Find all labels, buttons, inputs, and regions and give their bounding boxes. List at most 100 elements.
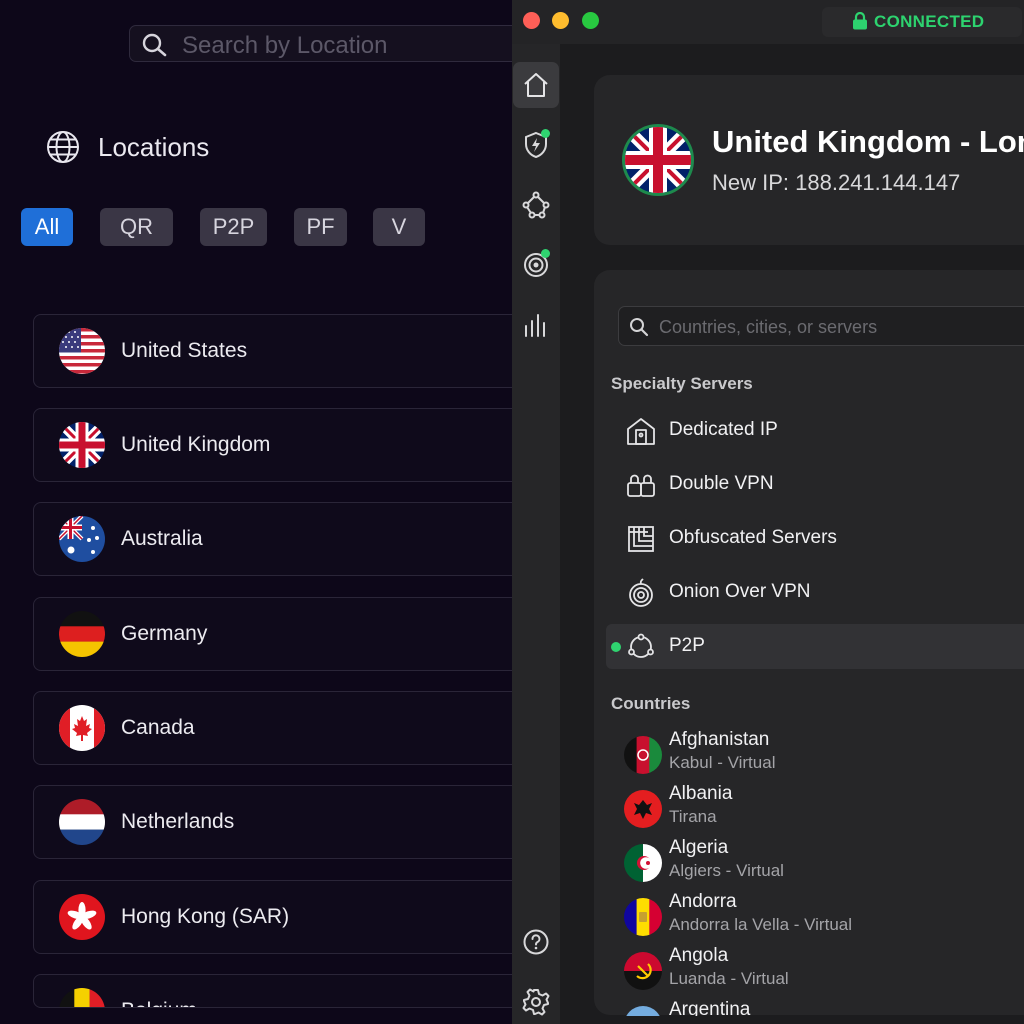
country-name: Argentina <box>669 999 751 1016</box>
active-status-dot <box>611 642 621 652</box>
hong-kong-flag-icon <box>59 894 105 940</box>
country-row-afghanistan[interactable]: Afghanistan Kabul - Virtual <box>624 728 1024 778</box>
filter-chip-pf[interactable]: PF <box>294 208 347 246</box>
location-row-hong-kong[interactable]: Hong Kong (SAR) <box>33 880 512 954</box>
andorra-flag-icon <box>624 898 662 936</box>
sidebar-item-home[interactable] <box>512 61 560 109</box>
specialty-label: P2P <box>669 635 705 656</box>
location-row-belgium[interactable]: Belgium <box>33 974 512 1008</box>
server-search-placeholder: Countries, cities, or servers <box>659 317 878 337</box>
country-name: Angola <box>669 945 729 966</box>
country-row-algeria[interactable]: Algeria Algiers - Virtual <box>624 836 1024 886</box>
angola-flag-icon <box>624 952 662 990</box>
algeria-flag-icon <box>624 844 662 882</box>
country-row-andorra[interactable]: Andorra Andorra la Vella - Virtual <box>624 890 1024 940</box>
p2p-icon <box>628 633 654 658</box>
meshnet-icon <box>522 191 550 219</box>
sidebar-item-stats[interactable] <box>512 301 560 349</box>
server-search-input[interactable]: Countries, cities, or servers <box>618 306 1024 346</box>
stats-icon <box>525 314 545 337</box>
filter-chip-all[interactable]: All <box>21 208 73 246</box>
germany-flag-icon <box>59 611 105 657</box>
status-dot <box>541 129 550 138</box>
canada-flag-icon <box>59 705 105 751</box>
sidebar-item-dark-web-monitor[interactable] <box>512 241 560 289</box>
location-row-netherlands[interactable]: Netherlands <box>33 785 512 859</box>
connection-status-text: CONNECTED <box>874 12 985 31</box>
search-icon <box>142 33 167 57</box>
sidebar-item-help[interactable] <box>512 918 560 966</box>
home-icon <box>524 73 548 97</box>
country-name: Algeria <box>669 837 729 858</box>
location-search-input[interactable]: Search by Location <box>129 25 512 62</box>
specialty-label: Obfuscated Servers <box>669 527 837 548</box>
country-city: Algiers - Virtual <box>669 861 784 880</box>
globe-icon <box>47 131 79 163</box>
specialty-item-obfuscated-servers[interactable]: Obfuscated Servers <box>606 516 1024 561</box>
sidebar-item-meshnet[interactable] <box>512 181 560 229</box>
vpn-app-window: CONNECTED United Kingdom - Lo New IP: 18… <box>512 0 1024 1024</box>
locations-panel: Search by Location Locations All QR P2P … <box>0 0 512 1024</box>
uk-flag-icon <box>59 422 105 468</box>
specialty-servers-heading: Specialty Servers <box>611 374 753 393</box>
country-name: Albania <box>669 783 733 804</box>
close-window-button[interactable] <box>523 12 540 29</box>
title-bar: CONNECTED <box>512 0 1024 44</box>
country-city: Kabul - Virtual <box>669 753 776 772</box>
location-search-placeholder: Search by Location <box>182 32 388 59</box>
location-row-united-states[interactable]: United States <box>33 314 512 388</box>
location-name: Netherlands <box>121 810 235 833</box>
location-name: Hong Kong (SAR) <box>121 905 290 928</box>
help-icon <box>523 929 549 955</box>
location-name: Canada <box>121 716 195 739</box>
location-name: Australia <box>121 527 203 550</box>
specialty-label: Dedicated IP <box>669 419 778 440</box>
double-vpn-icon <box>627 474 655 497</box>
location-name: United States <box>121 339 248 362</box>
country-name: Andorra <box>669 891 737 912</box>
country-row-angola[interactable]: Angola Luanda - Virtual <box>624 944 1024 994</box>
obfuscated-servers-icon <box>628 526 654 552</box>
countries-heading: Countries <box>611 694 691 713</box>
specialty-item-onion-over-vpn[interactable]: Onion Over VPN <box>606 570 1024 615</box>
dedicated-ip-icon <box>627 418 655 445</box>
minimize-window-button[interactable] <box>552 12 569 29</box>
location-name: United Kingdom <box>121 433 271 456</box>
sidebar-item-threat-protection[interactable] <box>512 121 560 169</box>
specialty-label: Double VPN <box>669 473 774 494</box>
country-city: Luanda - Virtual <box>669 969 789 988</box>
us-flag-icon <box>59 328 105 374</box>
sidebar <box>512 44 560 1024</box>
filter-chip-v[interactable]: V <box>373 208 425 246</box>
connected-country-flag-icon <box>622 124 694 196</box>
netherlands-flag-icon <box>59 799 105 845</box>
filter-chip-qr[interactable]: QR <box>100 208 173 246</box>
status-dot <box>541 249 550 258</box>
country-name: Afghanistan <box>669 729 770 750</box>
new-ip-address: New IP: 188.241.144.147 <box>712 170 961 195</box>
page-title: Locations <box>98 132 210 162</box>
settings-icon <box>522 988 550 1016</box>
specialty-label: Onion Over VPN <box>669 581 811 602</box>
afghanistan-flag-icon <box>624 736 662 774</box>
country-row-albania[interactable]: Albania Tirana <box>624 782 1024 832</box>
zoom-window-button[interactable] <box>582 12 599 29</box>
argentina-flag-icon <box>624 1006 662 1016</box>
country-city: Andorra la Vella - Virtual <box>669 915 853 934</box>
australia-flag-icon <box>59 516 105 562</box>
specialty-item-dedicated-ip[interactable]: Dedicated IP <box>606 408 1024 453</box>
specialty-item-p2p[interactable]: P2P <box>606 624 1024 669</box>
connected-location: United Kingdom - London <box>712 124 1024 159</box>
filter-chip-p2p[interactable]: P2P <box>200 208 267 246</box>
location-row-canada[interactable]: Canada <box>33 691 512 765</box>
onion-icon <box>629 578 653 607</box>
location-row-united-kingdom[interactable]: United Kingdom <box>33 408 512 482</box>
sidebar-item-settings[interactable] <box>512 978 560 1024</box>
connection-status-badge: CONNECTED <box>822 7 1022 37</box>
specialty-item-double-vpn[interactable]: Double VPN <box>606 462 1024 507</box>
location-name: Germany <box>121 622 208 645</box>
location-row-germany[interactable]: Germany <box>33 597 512 671</box>
location-row-australia[interactable]: Australia <box>33 502 512 576</box>
country-row-argentina[interactable]: Argentina <box>624 998 1024 1016</box>
search-icon <box>630 318 649 337</box>
